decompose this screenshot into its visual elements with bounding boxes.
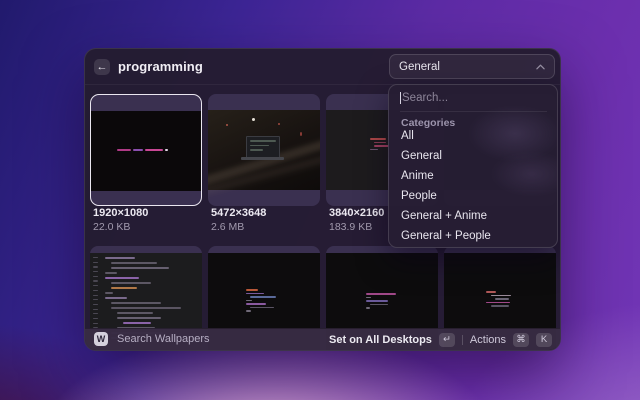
categories-section-label: Categories — [401, 117, 455, 129]
k-key-icon: K — [536, 333, 552, 347]
wallpaper-search-window: ← programming General — [84, 48, 561, 351]
thumb-art — [366, 293, 396, 309]
thumb-art — [246, 289, 276, 312]
wallpapers-app-icon: W — [94, 332, 108, 346]
chevron-up-icon — [536, 64, 545, 70]
category-select-value: General — [399, 61, 536, 73]
action-bar: W Search Wallpapers Set on All Desktops … — [85, 328, 560, 350]
category-item-all[interactable]: All — [401, 129, 414, 143]
wallpaper-resolution: 5472×3648 — [211, 207, 266, 219]
wallpaper-resolution: 1920×1080 — [93, 207, 148, 219]
page-title: programming — [118, 49, 203, 84]
actions-button[interactable]: Actions — [470, 334, 506, 346]
category-select-button[interactable]: General — [389, 54, 555, 79]
footer-divider — [462, 335, 463, 345]
category-item-people[interactable]: People — [401, 189, 437, 203]
category-item-general[interactable]: General — [401, 149, 442, 163]
wallpaper-filesize: 2.6 MB — [211, 221, 244, 233]
app-label: Search Wallpapers — [117, 329, 210, 350]
back-arrow-icon: ← — [97, 61, 108, 73]
return-key-icon: ↵ — [439, 333, 455, 347]
wallpaper-resolution: 3840×2160 — [329, 207, 384, 219]
category-search-field[interactable]: Search... — [400, 85, 547, 112]
back-button[interactable]: ← — [94, 59, 110, 75]
category-item-general-people[interactable]: General + People — [401, 229, 491, 243]
category-search-placeholder: Search... — [402, 92, 448, 104]
wallpaper-card-1[interactable] — [90, 94, 202, 206]
thumb-art — [105, 257, 181, 339]
category-dropdown-panel: Search... Categories All General Anime P… — [388, 84, 558, 248]
thumb-art — [486, 291, 511, 307]
wallpaper-filesize: 22.0 KB — [93, 221, 130, 233]
wallpaper-thumbnail-2 — [208, 110, 320, 190]
wallpaper-thumbnail-1 — [91, 111, 201, 191]
category-item-general-anime[interactable]: General + Anime — [401, 209, 487, 223]
thumb-art — [252, 118, 255, 121]
wallpaper-filesize: 183.9 KB — [329, 221, 372, 233]
text-cursor — [400, 92, 401, 104]
wallpaper-card-2[interactable] — [208, 94, 320, 206]
thumb-art — [370, 138, 389, 150]
category-item-anime[interactable]: Anime — [401, 169, 434, 183]
window-header: ← programming General — [85, 49, 560, 85]
primary-action-label[interactable]: Set on All Desktops — [329, 334, 432, 346]
thumb-art — [117, 149, 168, 151]
cmd-key-icon: ⌘ — [513, 333, 529, 347]
